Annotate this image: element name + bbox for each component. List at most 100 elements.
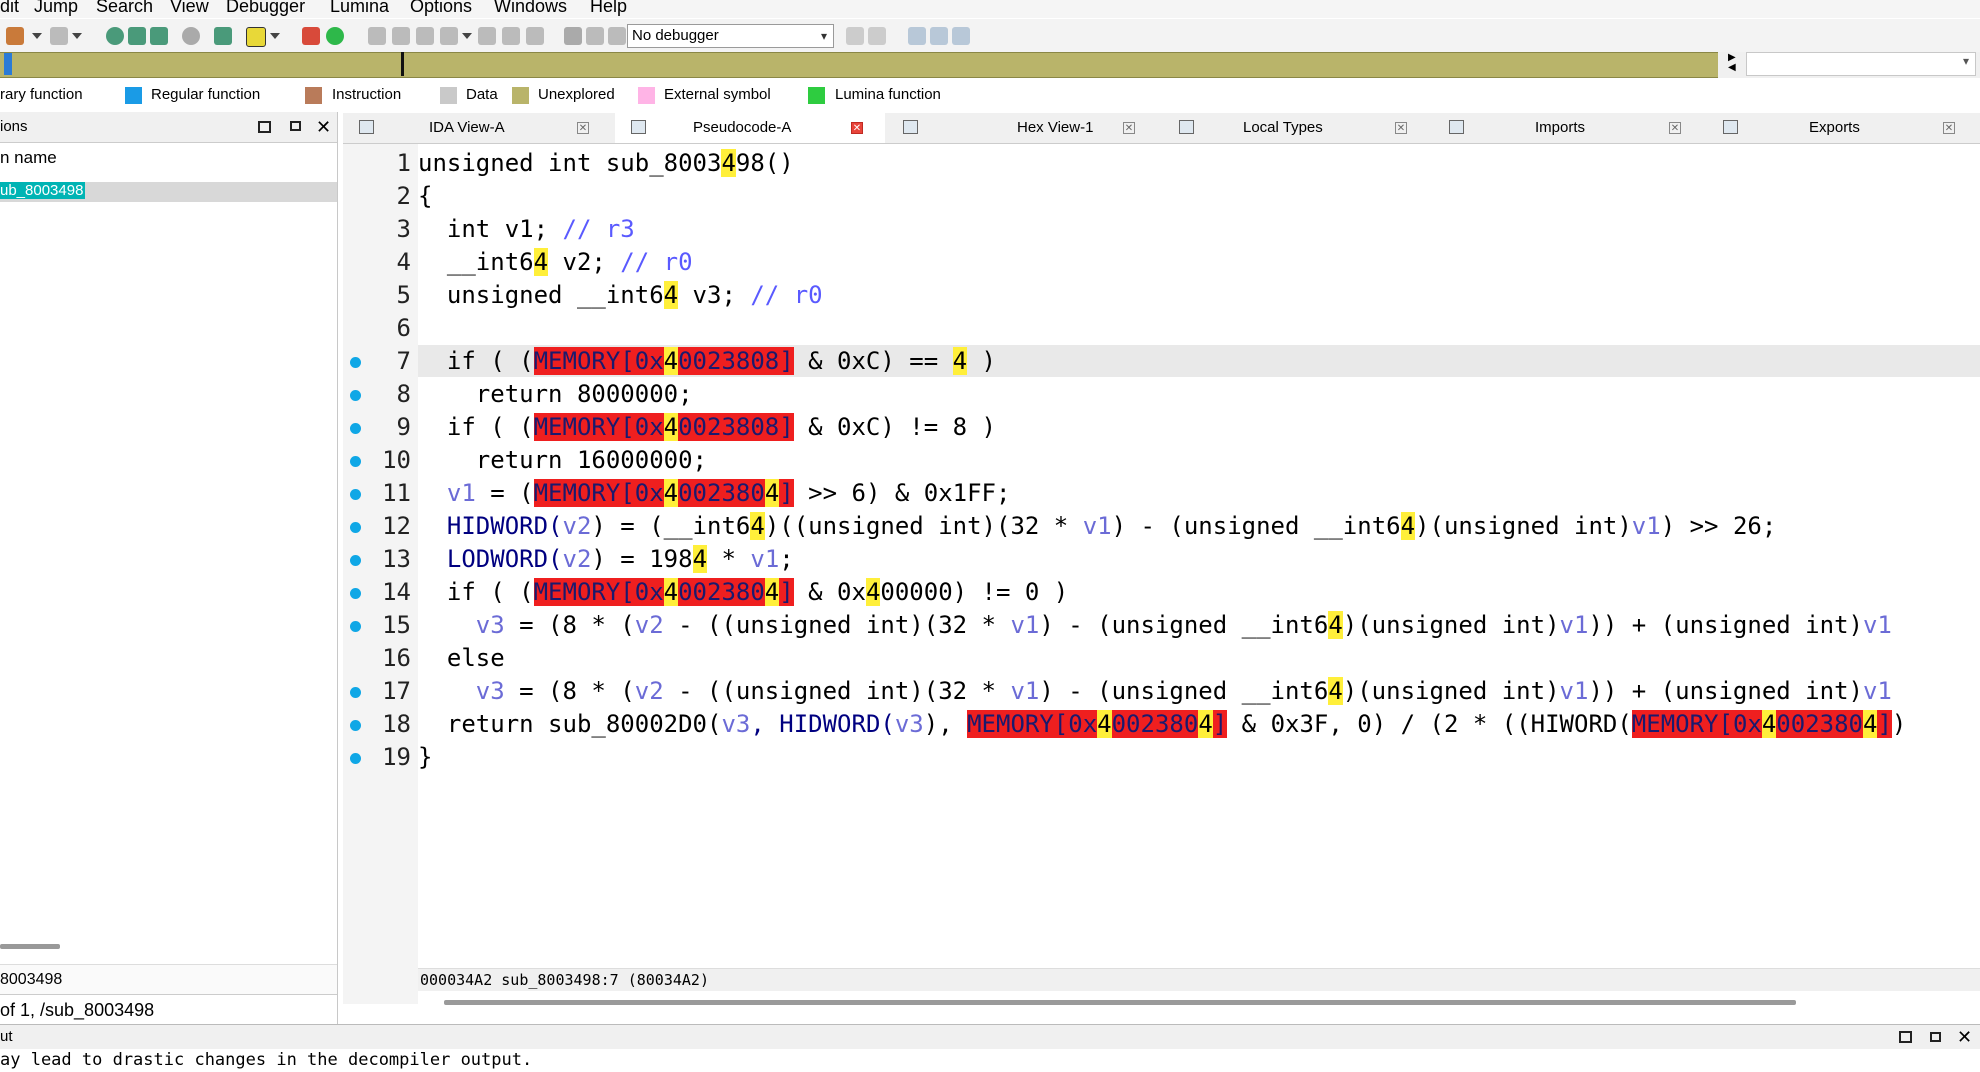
- menu-windows[interactable]: Windows: [494, 0, 567, 15]
- close-icon[interactable]: ✕: [1395, 122, 1407, 134]
- menu-jump[interactable]: Jump: [34, 0, 78, 15]
- close-icon[interactable]: ✕: [316, 118, 331, 136]
- jump-icon[interactable]: [214, 27, 232, 45]
- chevron-down-icon[interactable]: [32, 33, 42, 39]
- menu-edit[interactable]: dit: [0, 0, 19, 15]
- save-icon[interactable]: [150, 27, 168, 45]
- data-icon[interactable]: [392, 27, 410, 45]
- maximize-icon[interactable]: [258, 121, 271, 133]
- code-text[interactable]: LODWORD(v2) = 1984 * v1;: [418, 543, 794, 576]
- horizontal-scrollbar[interactable]: [444, 1000, 1796, 1005]
- close-icon[interactable]: ✕: [577, 122, 589, 134]
- restore-icon[interactable]: [290, 121, 301, 131]
- tab-label: Hex View-1: [1017, 119, 1094, 136]
- tab-ida-view-a[interactable]: IDA View-A ✕: [343, 113, 613, 143]
- indent-icon[interactable]: [930, 27, 948, 45]
- code-token: 4: [721, 149, 736, 177]
- close-icon[interactable]: ✕: [1123, 122, 1135, 134]
- nav-scroll-arrows-icon[interactable]: ▶ ◀: [1728, 53, 1736, 73]
- list-icon[interactable]: [908, 27, 926, 45]
- code-text[interactable]: v1 = (MEMORY[0x40023804] >> 6) & 0x1FF;: [418, 477, 1010, 510]
- code-token: v2: [634, 677, 664, 705]
- menu-view[interactable]: View: [170, 0, 209, 15]
- menu-help[interactable]: Help: [590, 0, 627, 15]
- code-token: )) + (unsigned int): [1588, 611, 1863, 639]
- code-icon[interactable]: [368, 27, 386, 45]
- code-text[interactable]: if ( (MEMORY[0x40023804] & 0x400000) != …: [418, 576, 1068, 609]
- code-text[interactable]: __int64 v2; // r0: [418, 246, 693, 279]
- undefine-icon[interactable]: [478, 27, 496, 45]
- memory-reference-token: 4: [1198, 710, 1213, 738]
- legend-label: Instruction: [332, 86, 402, 103]
- horizontal-scrollbar[interactable]: [0, 944, 60, 949]
- patch-icon[interactable]: [502, 27, 520, 45]
- close-icon[interactable]: ✕: [1669, 122, 1681, 134]
- tab-imports[interactable]: Imports ✕: [1431, 113, 1703, 143]
- pause-icon[interactable]: [586, 27, 604, 45]
- menu-options[interactable]: Options: [410, 0, 472, 15]
- search-icon[interactable]: [182, 27, 200, 45]
- pseudocode-status-bar: 000034A2 sub_8003498:7 (80034A2): [418, 968, 1980, 991]
- tab-local-types[interactable]: Local Types ✕: [1159, 113, 1429, 143]
- code-text[interactable]: HIDWORD(v2) = (__int64)((unsigned int)(3…: [418, 510, 1776, 543]
- code-text[interactable]: if ( (MEMORY[0x40023808] & 0xC) != 8 ): [418, 411, 996, 444]
- code-text[interactable]: unsigned int sub_8003498(): [418, 147, 794, 180]
- database-icon[interactable]: [128, 27, 146, 45]
- breakpoint-icon[interactable]: [302, 27, 320, 45]
- debugger-select[interactable]: No debugger ▾: [627, 24, 834, 48]
- line-number: 18: [382, 710, 411, 738]
- chevron-down-icon[interactable]: [270, 33, 280, 39]
- memory-reference-token: ]: [1212, 710, 1228, 738]
- text-icon[interactable]: [246, 27, 266, 47]
- menu-debugger[interactable]: Debugger: [226, 0, 305, 15]
- code-text[interactable]: }: [418, 741, 432, 774]
- chevron-down-icon[interactable]: [462, 33, 472, 39]
- array-icon[interactable]: [440, 27, 458, 45]
- struct-icon[interactable]: [416, 27, 434, 45]
- column-header-function-name[interactable]: n name: [0, 148, 57, 168]
- tab-exports[interactable]: Exports ✕: [1705, 113, 1977, 143]
- menu-lumina[interactable]: Lumina: [330, 0, 389, 15]
- close-icon[interactable]: ✕: [1943, 122, 1955, 134]
- restore-icon[interactable]: [1930, 1032, 1941, 1042]
- line-number: 1: [396, 149, 411, 177]
- code-text[interactable]: unsigned __int64 v3; // r0: [418, 279, 823, 312]
- navigation-band-cursor[interactable]: [401, 52, 404, 76]
- cursor-icon[interactable]: [50, 27, 68, 45]
- legend-label: Regular function: [151, 86, 261, 103]
- function-row[interactable]: ub_8003498: [0, 182, 337, 202]
- code-text[interactable]: {: [418, 180, 432, 213]
- navigation-segment-select[interactable]: ▾: [1746, 52, 1976, 76]
- pseudocode-view[interactable]: 1 unsigned int sub_8003498() 2{3 int v1; /…: [343, 144, 1980, 1024]
- menu-search[interactable]: Search: [96, 0, 153, 15]
- play-icon[interactable]: [564, 27, 582, 45]
- navigation-band[interactable]: [0, 52, 1718, 78]
- maximize-icon[interactable]: [1899, 1031, 1912, 1043]
- stop-icon[interactable]: [608, 27, 626, 45]
- pseudocode-c-icon[interactable]: [846, 27, 864, 45]
- line-number: 11: [382, 479, 411, 507]
- memory-reference-token: ]: [779, 578, 794, 606]
- tab-hex-view-1[interactable]: Hex View-1 ✕: [887, 113, 1157, 143]
- outdent-icon[interactable]: [952, 27, 970, 45]
- close-icon[interactable]: ✕: [851, 122, 863, 134]
- decompile-icon[interactable]: [868, 27, 886, 45]
- tab-pseudocode-a[interactable]: Pseudocode-A ✕: [615, 113, 885, 143]
- close-icon[interactable]: ✕: [1957, 1028, 1972, 1046]
- code-text[interactable]: return 8000000;: [418, 378, 693, 411]
- memory-reference-token: 002380: [678, 578, 765, 606]
- imports-icon: [1449, 120, 1464, 134]
- chevron-down-icon[interactable]: [72, 33, 82, 39]
- run-icon[interactable]: [326, 27, 344, 45]
- code-text[interactable]: v3 = (8 * (v2 - ((unsigned int)(32 * v1)…: [418, 609, 1892, 642]
- code-text[interactable]: v3 = (8 * (v2 - ((unsigned int)(32 * v1)…: [418, 675, 1892, 708]
- code-text[interactable]: return sub_80002D0(v3, HIDWORD(v3), MEMO…: [418, 708, 1906, 741]
- hand-icon[interactable]: [6, 27, 24, 45]
- globe-icon[interactable]: [106, 27, 124, 45]
- code-text[interactable]: else: [418, 642, 505, 675]
- diamond-icon[interactable]: [526, 27, 544, 45]
- code-text[interactable]: return 16000000;: [418, 444, 707, 477]
- code-text[interactable]: int v1; // r3: [418, 213, 635, 246]
- code-text[interactable]: if ( (MEMORY[0x40023808] & 0xC) == 4 ): [418, 345, 996, 378]
- view-tab-bar: IDA View-A ✕ Pseudocode-A ✕ Hex View-1 ✕…: [343, 113, 1980, 144]
